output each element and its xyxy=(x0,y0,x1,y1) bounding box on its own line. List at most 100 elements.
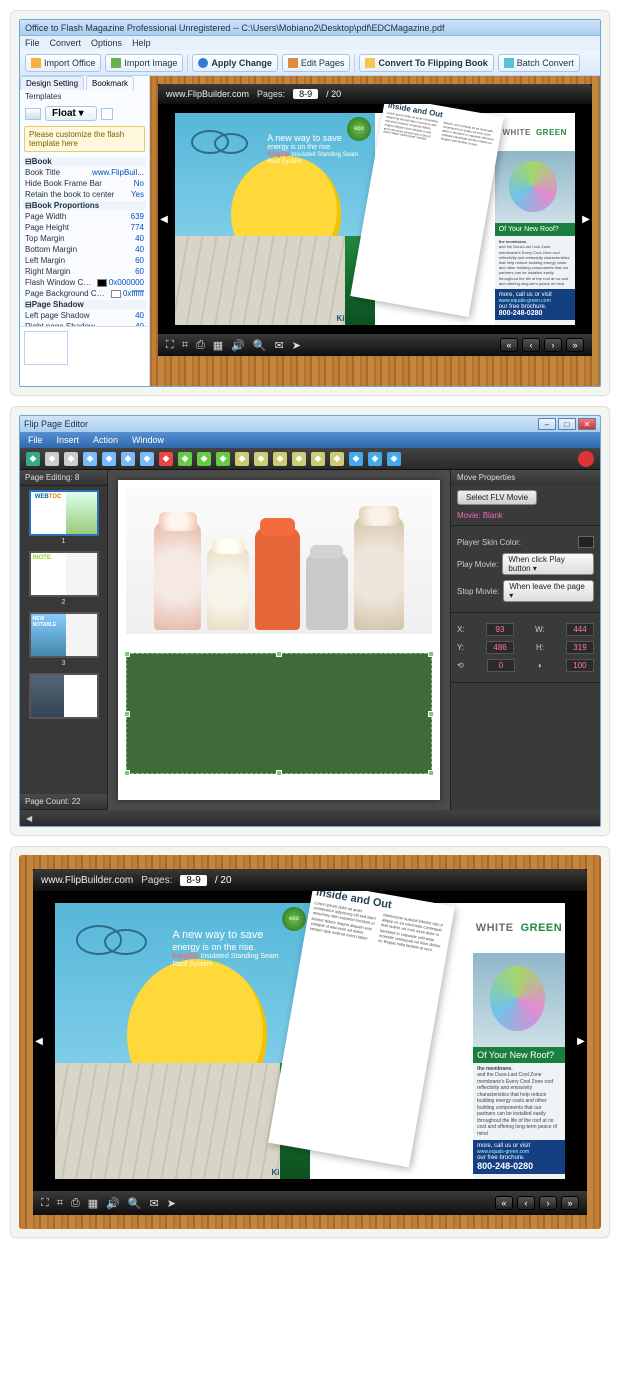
print-icon[interactable]: ⎙ xyxy=(71,1197,80,1210)
align-right-icon[interactable]: ◆ xyxy=(273,452,287,466)
close-button[interactable]: ✕ xyxy=(578,418,596,430)
prop-group[interactable]: ⊟Book xyxy=(23,157,146,166)
menu-options[interactable]: Options xyxy=(91,38,122,48)
paste-icon[interactable]: ◆ xyxy=(216,452,230,466)
prop-row[interactable]: Page Background Color0xffffff xyxy=(23,288,146,299)
save-icon[interactable]: ◆ xyxy=(26,452,40,466)
sound-icon[interactable]: 🔊 xyxy=(231,339,245,352)
minimize-button[interactable]: – xyxy=(538,418,556,430)
last-icon[interactable]: » xyxy=(566,338,584,352)
menu-insert[interactable]: Insert xyxy=(57,435,80,445)
menu-convert[interactable]: Convert xyxy=(50,38,82,48)
import-image-button[interactable]: Import Image xyxy=(105,54,183,72)
prop-group[interactable]: ⊟Book Proportions xyxy=(23,201,146,210)
audio-icon[interactable]: ◆ xyxy=(140,452,154,466)
prop-row[interactable]: Bottom Margin40 xyxy=(23,244,146,255)
image-icon[interactable]: ◆ xyxy=(83,452,97,466)
prop-row[interactable]: Page Height774 xyxy=(23,222,146,233)
stop-movie-dropdown[interactable]: When leave the page ▾ xyxy=(503,580,594,602)
share-icon[interactable]: ➤ xyxy=(167,1197,176,1210)
next-arrow[interactable]: ▶ xyxy=(580,208,592,230)
select-icon[interactable]: ◆ xyxy=(45,452,59,466)
prev-icon[interactable]: ‹ xyxy=(522,338,540,352)
fit-icon[interactable]: ⛶ xyxy=(166,339,174,352)
sound-icon[interactable]: 🔊 xyxy=(106,1197,120,1210)
property-list[interactable]: ⊟Book Book Titlewww.FlipBuil... Hide Boo… xyxy=(20,154,149,326)
first-icon[interactable]: « xyxy=(495,1196,513,1210)
prop-row[interactable]: Hide Book Frame BarNo xyxy=(23,178,146,189)
thumbnails-icon[interactable]: ⌗ xyxy=(57,1197,63,1210)
align-bottom-icon[interactable]: ◆ xyxy=(330,452,344,466)
delete-icon[interactable]: ◆ xyxy=(159,452,173,466)
next-icon[interactable]: › xyxy=(539,1196,557,1210)
viewer-stage[interactable]: ◀ ▶ A new way to save energy is on the r… xyxy=(158,104,592,334)
video-icon[interactable]: ◆ xyxy=(121,452,135,466)
page-input[interactable]: 8-9 xyxy=(180,875,206,886)
align-top-icon[interactable]: ◆ xyxy=(292,452,306,466)
select-flv-button[interactable]: Select FLV Movie xyxy=(457,490,537,505)
h-field[interactable]: 319 xyxy=(566,641,594,654)
maximize-button[interactable]: □ xyxy=(558,418,576,430)
convert-flipping-button[interactable]: Convert To Flipping Book xyxy=(359,54,493,72)
canvas-area[interactable] xyxy=(108,470,450,810)
prop-row[interactable]: Retain the book to centerYes xyxy=(23,189,146,200)
prev-arrow[interactable]: ◀ xyxy=(158,208,170,230)
tab-design-setting[interactable]: Design Setting xyxy=(20,76,84,90)
fit-icon[interactable]: ⛶ xyxy=(41,1197,49,1210)
page-thumb[interactable]: WEBTOC1 xyxy=(29,490,99,536)
prop-row[interactable]: Page Width639 xyxy=(23,211,146,222)
next-icon[interactable]: › xyxy=(544,338,562,352)
prop-row[interactable]: Left page Shadow40 xyxy=(23,310,146,321)
prop-row[interactable]: Left Margin60 xyxy=(23,255,146,266)
grid-icon[interactable]: ▦ xyxy=(213,339,223,352)
prop-row[interactable]: Book Titlewww.FlipBuil... xyxy=(23,167,146,178)
prev-icon[interactable]: ‹ xyxy=(517,1196,535,1210)
page-thumb[interactable]: NEWNOTABLE3 xyxy=(29,612,99,658)
prop-row[interactable]: Top Margin40 xyxy=(23,233,146,244)
prev-arrow[interactable]: ◀ xyxy=(33,1030,45,1052)
thumbnails-icon[interactable]: ⌗ xyxy=(182,339,188,352)
prop-group[interactable]: ⊟Page Shadow xyxy=(23,300,146,309)
zoom-in-icon[interactable]: ◆ xyxy=(349,452,363,466)
prop-row[interactable]: Right Margin60 xyxy=(23,266,146,277)
page-thumb[interactable] xyxy=(29,673,99,719)
template-settings-icon[interactable] xyxy=(101,108,113,120)
zoom-icon[interactable]: 🔍 xyxy=(253,339,267,352)
menu-file[interactable]: File xyxy=(25,38,40,48)
alpha-field[interactable]: 100 xyxy=(566,659,594,672)
shape-icon[interactable]: ◆ xyxy=(102,452,116,466)
align-middle-icon[interactable]: ◆ xyxy=(311,452,325,466)
zoom-icon[interactable]: 🔍 xyxy=(128,1197,142,1210)
last-icon[interactable]: » xyxy=(561,1196,579,1210)
close-panel-button[interactable] xyxy=(578,451,594,467)
template-dropdown[interactable]: Float ▾ xyxy=(45,106,97,121)
print-icon[interactable]: ⎙ xyxy=(196,339,205,352)
grid-icon[interactable]: ▦ xyxy=(88,1197,98,1210)
menu-window[interactable]: Window xyxy=(132,435,164,445)
cut-icon[interactable]: ◆ xyxy=(197,452,211,466)
menu-action[interactable]: Action xyxy=(93,435,118,445)
menu-file[interactable]: File xyxy=(28,435,43,445)
page-thumb[interactable]: INOTE2 xyxy=(29,551,99,597)
play-movie-dropdown[interactable]: When click Play button ▾ xyxy=(502,553,594,575)
email-icon[interactable]: ✉ xyxy=(275,339,284,352)
align-center-icon[interactable]: ◆ xyxy=(254,452,268,466)
apply-change-button[interactable]: Apply Change xyxy=(192,54,278,72)
rotation-field[interactable]: 0 xyxy=(487,659,515,672)
email-icon[interactable]: ✉ xyxy=(150,1197,159,1210)
edit-pages-button[interactable]: Edit Pages xyxy=(282,54,351,72)
prop-row[interactable]: Flash Window Color0x000000 xyxy=(23,277,146,288)
x-field[interactable]: 93 xyxy=(486,623,514,636)
import-office-button[interactable]: Import Office xyxy=(25,54,101,72)
align-left-icon[interactable]: ◆ xyxy=(235,452,249,466)
batch-convert-button[interactable]: Batch Convert xyxy=(498,54,580,72)
copy-icon[interactable]: ◆ xyxy=(178,452,192,466)
text-icon[interactable]: ◆ xyxy=(64,452,78,466)
w-field[interactable]: 444 xyxy=(566,623,594,636)
video-placeholder[interactable] xyxy=(126,653,432,775)
next-arrow[interactable]: ▶ xyxy=(575,1030,587,1052)
menu-help[interactable]: Help xyxy=(132,38,151,48)
skin-color-swatch[interactable] xyxy=(578,536,594,548)
tab-bookmark[interactable]: Bookmark xyxy=(86,76,134,90)
first-icon[interactable]: « xyxy=(500,338,518,352)
